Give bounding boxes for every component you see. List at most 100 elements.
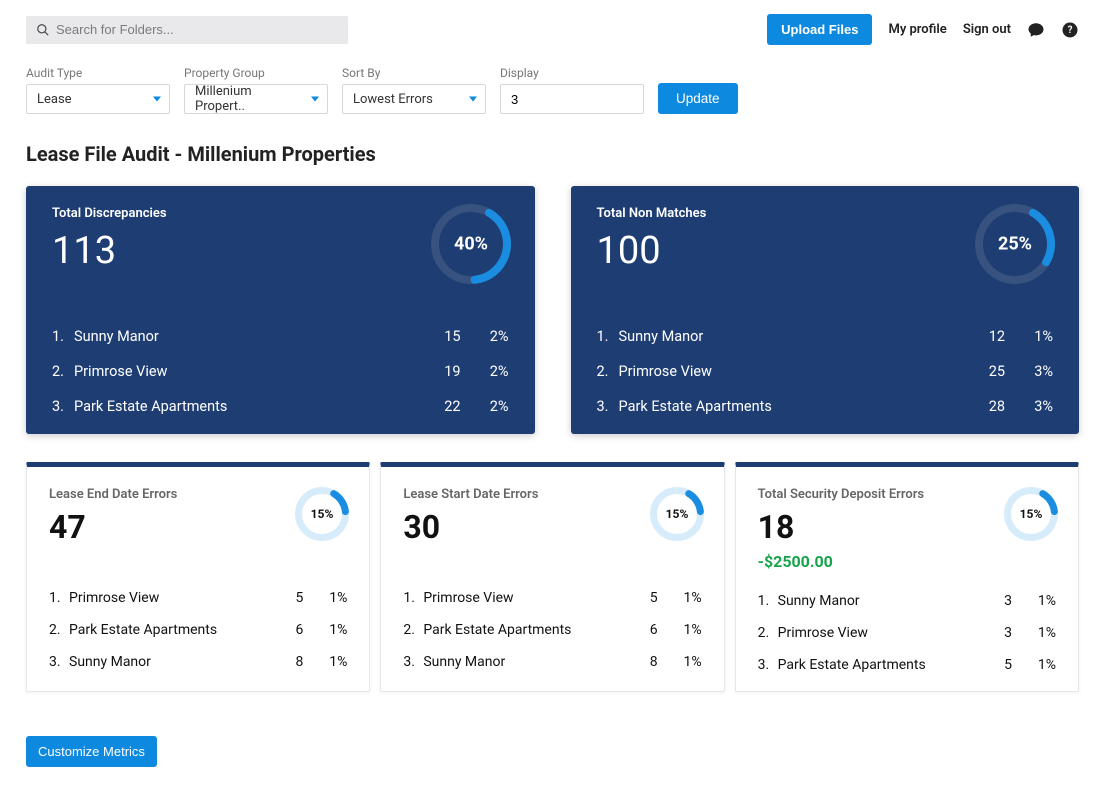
- card-list: 1. Primrose View 5 1% 2. Park Estate Apa…: [403, 582, 701, 678]
- svg-text:25%: 25%: [998, 234, 1032, 255]
- row-name: Park Estate Apartments: [778, 657, 982, 673]
- row-count: 12: [955, 328, 1005, 345]
- row-count: 8: [628, 654, 658, 670]
- summary-cards-row: Total Discrepancies 113 40% 1. Sunny Man…: [0, 186, 1105, 434]
- donut-chart: 15%: [295, 487, 349, 545]
- row-count: 28: [955, 398, 1005, 415]
- row-count: 25: [955, 363, 1005, 380]
- row-index: 1.: [403, 590, 423, 606]
- audit-type-select[interactable]: Lease: [26, 84, 170, 114]
- detail-card: Total Security Deposit Errors 18 -$2500.…: [735, 462, 1079, 692]
- summary-card: Total Discrepancies 113 40% 1. Sunny Man…: [26, 186, 535, 434]
- row-count: 3: [982, 593, 1012, 609]
- select-value: Lease: [37, 92, 72, 107]
- detail-cards-row: Lease End Date Errors 47 15% 1. Primrose…: [0, 434, 1105, 692]
- upload-files-button[interactable]: Upload Files: [767, 14, 872, 45]
- row-pct: 1%: [1012, 657, 1056, 673]
- row-index: 3.: [597, 398, 619, 415]
- row-pct: 1%: [1012, 593, 1056, 609]
- card-list: 1. Sunny Manor 12 1% 2. Primrose View 25…: [597, 319, 1054, 424]
- row-name: Primrose View: [778, 625, 982, 641]
- row-count: 5: [628, 590, 658, 606]
- filter-label: Property Group: [184, 66, 328, 80]
- card-subvalue: -$2500.00: [758, 552, 1056, 571]
- row-pct: 1%: [303, 590, 347, 606]
- row-name: Sunny Manor: [619, 328, 956, 345]
- svg-text:40%: 40%: [454, 234, 488, 255]
- row-count: 6: [628, 622, 658, 638]
- list-item: 2. Park Estate Apartments 6 1%: [403, 614, 701, 646]
- svg-text:15%: 15%: [311, 507, 334, 521]
- row-count: 3: [982, 625, 1012, 641]
- row-index: 3.: [403, 654, 423, 670]
- row-pct: 3%: [1005, 398, 1053, 415]
- customize-metrics-button[interactable]: Customize Metrics: [26, 736, 157, 767]
- detail-card: Lease Start Date Errors 30 15% 1. Primro…: [380, 462, 724, 692]
- row-name: Park Estate Apartments: [423, 622, 627, 638]
- row-pct: 3%: [1005, 363, 1053, 380]
- chevron-down-icon: [153, 97, 161, 102]
- row-count: 19: [411, 363, 461, 380]
- row-pct: 1%: [1005, 328, 1053, 345]
- row-count: 8: [273, 654, 303, 670]
- svg-text:15%: 15%: [1020, 507, 1043, 521]
- search-input[interactable]: [26, 16, 348, 44]
- list-item: 3. Park Estate Apartments 5 1%: [758, 649, 1056, 681]
- my-profile-link[interactable]: My profile: [888, 22, 946, 37]
- filter-bar: Audit Type Lease Property Group Milleniu…: [0, 55, 1105, 134]
- list-item: 3. Park Estate Apartments 22 2%: [52, 389, 509, 424]
- filter-label: Sort By: [342, 66, 486, 80]
- list-item: 1. Sunny Manor 15 2%: [52, 319, 509, 354]
- update-button[interactable]: Update: [658, 83, 738, 114]
- row-pct: 1%: [658, 654, 702, 670]
- row-count: 15: [411, 328, 461, 345]
- row-pct: 2%: [461, 363, 509, 380]
- list-item: 3. Sunny Manor 8 1%: [403, 646, 701, 678]
- row-name: Primrose View: [619, 363, 956, 380]
- row-name: Park Estate Apartments: [69, 622, 273, 638]
- sign-out-link[interactable]: Sign out: [963, 22, 1011, 37]
- row-name: Sunny Manor: [74, 328, 411, 345]
- chevron-down-icon: [469, 97, 477, 102]
- property-group-select[interactable]: Millenium Propert..: [184, 84, 328, 114]
- display-input[interactable]: [500, 84, 644, 114]
- row-index: 2.: [403, 622, 423, 638]
- chevron-down-icon: [311, 97, 319, 102]
- filter-label: Display: [500, 66, 644, 80]
- select-value: Lowest Errors: [353, 92, 433, 107]
- svg-text:15%: 15%: [665, 507, 688, 521]
- row-name: Park Estate Apartments: [74, 398, 411, 415]
- row-pct: 1%: [1012, 625, 1056, 641]
- row-count: 5: [982, 657, 1012, 673]
- row-name: Sunny Manor: [69, 654, 273, 670]
- help-icon[interactable]: ?: [1061, 21, 1079, 39]
- donut-chart: 25%: [975, 204, 1055, 288]
- card-list: 1. Primrose View 5 1% 2. Park Estate Apa…: [49, 582, 347, 678]
- list-item: 1. Sunny Manor 12 1%: [597, 319, 1054, 354]
- list-item: 1. Sunny Manor 3 1%: [758, 585, 1056, 617]
- row-pct: 2%: [461, 398, 509, 415]
- row-pct: 1%: [303, 622, 347, 638]
- row-pct: 1%: [303, 654, 347, 670]
- list-item: 2. Primrose View 3 1%: [758, 617, 1056, 649]
- comments-icon[interactable]: [1027, 21, 1045, 39]
- row-index: 1.: [49, 590, 69, 606]
- list-item: 3. Sunny Manor 8 1%: [49, 646, 347, 678]
- search-icon: [36, 23, 50, 37]
- footer: Customize Metrics: [0, 692, 1105, 793]
- row-name: Primrose View: [69, 590, 273, 606]
- row-pct: 1%: [658, 590, 702, 606]
- card-list: 1. Sunny Manor 3 1% 2. Primrose View 3 1…: [758, 585, 1056, 681]
- sort-by-select[interactable]: Lowest Errors: [342, 84, 486, 114]
- row-index: 2.: [758, 625, 778, 641]
- list-item: 2. Park Estate Apartments 6 1%: [49, 614, 347, 646]
- row-index: 3.: [758, 657, 778, 673]
- list-item: 2. Primrose View 25 3%: [597, 354, 1054, 389]
- row-index: 3.: [49, 654, 69, 670]
- list-item: 3. Park Estate Apartments 28 3%: [597, 389, 1054, 424]
- row-count: 22: [411, 398, 461, 415]
- row-name: Primrose View: [423, 590, 627, 606]
- filter-sort-by: Sort By Lowest Errors: [342, 66, 486, 114]
- filter-label: Audit Type: [26, 66, 170, 80]
- filter-update: Update: [658, 65, 738, 114]
